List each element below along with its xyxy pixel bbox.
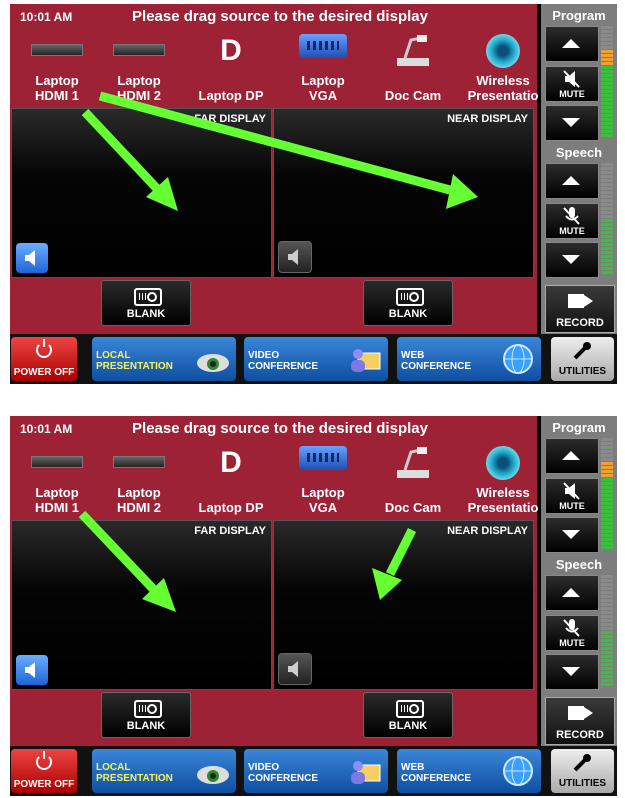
web-conference-label: WEB CONFERENCE bbox=[401, 762, 472, 784]
program-level-meter bbox=[601, 26, 613, 138]
audio-control-column: Program MUTE Speech MUTE RECORD bbox=[541, 416, 617, 746]
projector-icon bbox=[197, 354, 229, 372]
mute-label: MUTE bbox=[559, 226, 585, 236]
program-volume-up[interactable] bbox=[545, 438, 599, 474]
bottom-bar: POWER OFF LOCAL PRESENTATION VIDEO CONFE… bbox=[10, 746, 617, 796]
touch-panel-screen-1: 10:01 AM Please drag source to the desir… bbox=[10, 4, 617, 384]
power-off-button[interactable]: POWER OFF bbox=[11, 749, 77, 793]
drag-hint-arrows bbox=[81, 91, 478, 211]
wrench-icon bbox=[573, 342, 591, 360]
local-presentation-label: LOCAL PRESENTATION bbox=[96, 350, 173, 372]
utilities-label: UTILITIES bbox=[558, 366, 607, 377]
local-presentation-button[interactable]: LOCAL PRESENTATION bbox=[92, 337, 236, 381]
mic-mute-icon bbox=[563, 207, 580, 225]
speech-volume-up[interactable] bbox=[545, 163, 599, 199]
speech-volume-up[interactable] bbox=[545, 575, 599, 611]
power-icon bbox=[36, 339, 52, 358]
speech-level-meter bbox=[601, 163, 613, 275]
power-icon bbox=[36, 751, 52, 770]
program-volume-down[interactable] bbox=[545, 517, 599, 553]
video-conference-label: VIDEO CONFERENCE bbox=[248, 762, 319, 784]
program-mute-button[interactable]: MUTE bbox=[545, 478, 599, 514]
main-area: 10:01 AM Please drag source to the desir… bbox=[10, 416, 538, 746]
speech-volume-down[interactable] bbox=[545, 242, 599, 278]
mute-label: MUTE bbox=[559, 89, 585, 99]
speech-title: Speech bbox=[555, 557, 603, 572]
record-label: RECORD bbox=[556, 317, 604, 329]
program-volume-down[interactable] bbox=[545, 105, 599, 141]
record-button[interactable]: RECORD bbox=[545, 285, 615, 333]
program-volume-up[interactable] bbox=[545, 26, 599, 62]
globe-icon bbox=[503, 756, 533, 786]
wrench-icon bbox=[573, 754, 591, 772]
people-icon bbox=[351, 349, 381, 372]
people-icon bbox=[351, 761, 381, 784]
program-mute-button[interactable]: MUTE bbox=[545, 66, 599, 102]
mic-mute-icon bbox=[563, 619, 580, 637]
power-off-button[interactable]: POWER OFF bbox=[11, 337, 77, 381]
projector-icon bbox=[197, 766, 229, 784]
mute-label: MUTE bbox=[559, 638, 585, 648]
bottom-bar: POWER OFF LOCAL PRESENTATION VIDEO CONFE… bbox=[10, 334, 617, 384]
speech-volume-down[interactable] bbox=[545, 654, 599, 690]
speech-title: Speech bbox=[555, 145, 603, 160]
video-camera-icon bbox=[568, 706, 584, 720]
speech-level-meter bbox=[601, 575, 613, 687]
audio-control-column: Program MUTE Speech MUTE RECORD bbox=[541, 4, 617, 334]
speech-mute-button[interactable]: MUTE bbox=[545, 615, 599, 651]
globe-icon bbox=[503, 344, 533, 374]
power-off-label: POWER OFF bbox=[13, 779, 75, 790]
video-conference-button[interactable]: VIDEO CONFERENCE bbox=[244, 337, 388, 381]
mute-icon bbox=[563, 70, 580, 88]
utilities-button[interactable]: UTILITIES bbox=[551, 749, 614, 793]
program-title: Program bbox=[552, 420, 606, 435]
web-conference-button[interactable]: WEB CONFERENCE bbox=[397, 337, 541, 381]
program-level-meter bbox=[601, 438, 613, 550]
power-off-label: POWER OFF bbox=[13, 367, 75, 378]
video-conference-label: VIDEO CONFERENCE bbox=[248, 350, 319, 372]
program-title: Program bbox=[552, 8, 606, 23]
utilities-button[interactable]: UTILITIES bbox=[551, 337, 614, 381]
video-conference-button[interactable]: VIDEO CONFERENCE bbox=[244, 749, 388, 793]
video-camera-icon bbox=[568, 294, 584, 308]
web-conference-button[interactable]: WEB CONFERENCE bbox=[397, 749, 541, 793]
record-label: RECORD bbox=[556, 729, 604, 741]
utilities-label: UTILITIES bbox=[558, 778, 607, 789]
record-button[interactable]: RECORD bbox=[545, 697, 615, 745]
web-conference-label: WEB CONFERENCE bbox=[401, 350, 472, 372]
local-presentation-button[interactable]: LOCAL PRESENTATION bbox=[92, 749, 236, 793]
mute-label: MUTE bbox=[559, 501, 585, 511]
local-presentation-label: LOCAL PRESENTATION bbox=[96, 762, 173, 784]
touch-panel-screen-2: 10:01 AM Please drag source to the desir… bbox=[10, 416, 617, 796]
mute-icon bbox=[563, 482, 580, 500]
speech-mute-button[interactable]: MUTE bbox=[545, 203, 599, 239]
main-area: 10:01 AM Please drag source to the desir… bbox=[10, 4, 538, 334]
drag-hint-arrows bbox=[78, 510, 417, 612]
